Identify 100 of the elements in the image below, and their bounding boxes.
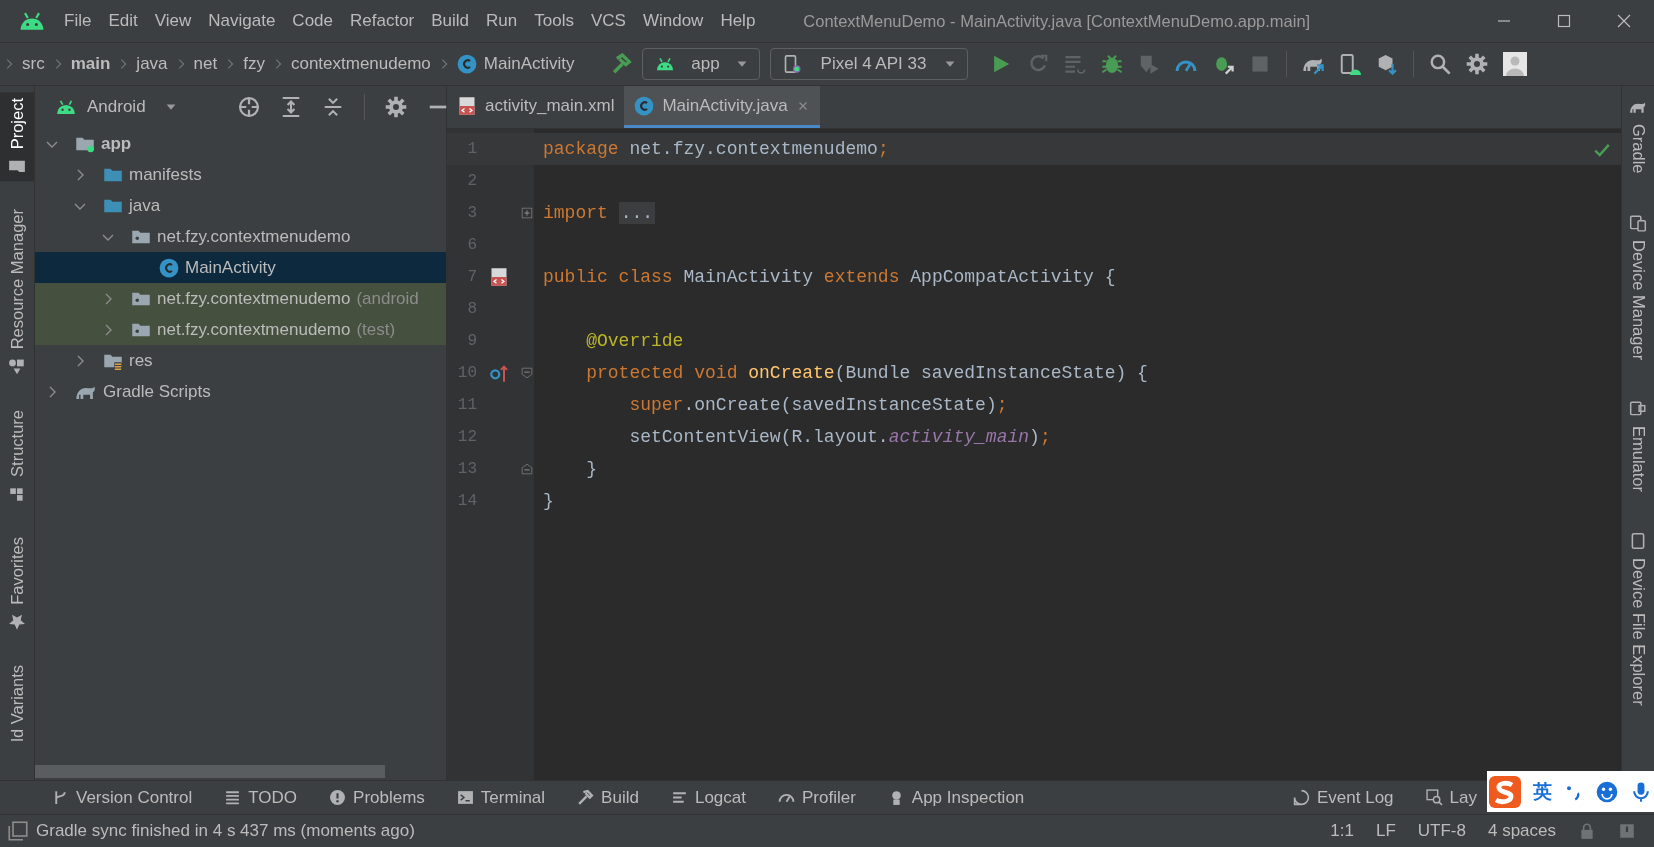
tool-window-button[interactable]: TODO [224, 787, 298, 808]
menu-item[interactable]: File [64, 11, 92, 31]
tool-window-tab[interactable]: Gradle [1622, 92, 1654, 180]
code-line: @Override [585, 331, 684, 351]
status-item[interactable]: UTF-8 [1417, 821, 1466, 841]
class-icon [159, 257, 179, 278]
code-line: } [542, 491, 554, 511]
phone-icon [1629, 531, 1647, 550]
breadcrumb-item[interactable]: fzy [243, 54, 265, 74]
code-line: super.onCreate(savedInstanceState); [628, 395, 1008, 415]
tree-item[interactable]: net.fzy.contextmenudemo (test) [35, 314, 446, 345]
search-icon[interactable] [1429, 53, 1452, 75]
tool-window-button[interactable]: Terminal [456, 787, 546, 808]
breadcrumb-item[interactable]: src [22, 54, 45, 74]
tree-item[interactable]: MainActivity [35, 252, 446, 283]
status-message: Gradle sync finished in 4 s 437 ms (moments ago) [36, 821, 415, 841]
menu-item[interactable]: Run [486, 11, 518, 31]
breadcrumb-item[interactable]: main [70, 54, 111, 74]
tool-window-tab[interactable]: Emulator [1622, 393, 1654, 498]
menu-item[interactable]: Code [292, 11, 333, 31]
tree-item[interactable]: Gradle Scripts [35, 376, 446, 407]
menu-item[interactable]: Build [431, 11, 470, 31]
tool-window-button[interactable]: App Inspection [887, 787, 1025, 808]
status-item[interactable]: 1:1 [1330, 821, 1354, 841]
tool-window-tab[interactable]: Device Manager [1622, 207, 1654, 366]
tool-window-tab[interactable]: Favorites [0, 530, 34, 637]
tool-window-tab[interactable]: Project [0, 92, 34, 182]
menu-item[interactable]: VCS [590, 11, 626, 31]
avatar-icon[interactable] [1503, 52, 1528, 76]
tool-window-button[interactable]: Event Log [1293, 787, 1394, 808]
code-line: import ... [542, 203, 656, 223]
notification-icon[interactable] [1618, 822, 1636, 840]
menu-item[interactable]: Refactor [350, 11, 415, 31]
settings-icon[interactable] [384, 96, 407, 118]
maximize-icon[interactable] [1556, 13, 1572, 29]
run-config-dropdown[interactable]: app [642, 48, 761, 80]
microphone-icon[interactable] [1630, 780, 1652, 803]
crosshair-icon[interactable] [237, 96, 260, 118]
bug-icon[interactable] [1101, 53, 1124, 75]
device-dropdown[interactable]: Pixel 4 API 33 [770, 48, 969, 80]
tree-item[interactable]: app [35, 128, 446, 159]
tool-window-button[interactable]: Lay [1425, 787, 1477, 808]
emoji-icon[interactable] [1596, 780, 1618, 803]
tree-item[interactable]: java [35, 190, 446, 221]
breadcrumb-item[interactable]: java [136, 54, 168, 74]
input-mode-toggle[interactable]: 英 [1533, 778, 1552, 805]
shapes-icon [8, 357, 26, 376]
tree-item[interactable]: net.fzy.contextmenudemo [35, 221, 446, 252]
scope-label: (android [356, 288, 419, 309]
sdk-box-icon[interactable] [1376, 53, 1399, 75]
tool-window-tab[interactable]: ld Variants [0, 658, 34, 748]
tree-item[interactable]: res [35, 345, 446, 376]
code-line: setContentView(R.layout.activity_main); [628, 427, 1051, 447]
layout-file-icon [457, 95, 477, 116]
apply-code-icon[interactable] [1064, 53, 1087, 75]
emulator-icon [1629, 399, 1647, 418]
menu-item[interactable]: Tools [534, 11, 574, 31]
magnifier-layout-icon [1425, 789, 1443, 806]
menu-item[interactable]: Navigate [208, 11, 276, 31]
breadcrumb-item[interactable]: MainActivity [456, 54, 575, 74]
hammer-icon[interactable] [610, 53, 633, 75]
class-icon [456, 54, 477, 74]
tree-item[interactable]: manifests [35, 159, 446, 190]
menu-item[interactable]: View [154, 11, 192, 31]
exclamation-icon [329, 789, 347, 806]
tool-window-tab[interactable]: Resource Manager [0, 203, 34, 382]
breadcrumb-item[interactable]: net [193, 54, 218, 74]
settings-icon[interactable] [1466, 53, 1489, 75]
terminal-icon [456, 789, 474, 806]
class-icon [634, 95, 655, 116]
window-icon[interactable] [8, 821, 28, 841]
scrollbar[interactable] [35, 765, 385, 778]
scope-label: (test) [356, 319, 396, 340]
tool-window-button[interactable]: Profiler [777, 787, 856, 808]
menu-item[interactable]: Edit [108, 11, 138, 31]
star-icon [8, 612, 26, 631]
close-icon[interactable] [1616, 13, 1632, 29]
editor-tab[interactable]: activity_main.xml [447, 86, 625, 128]
tool-window-tab[interactable]: Device File Explorer [1622, 525, 1654, 712]
lock-icon[interactable] [1578, 822, 1596, 840]
device-android-icon[interactable] [1339, 53, 1362, 75]
view-dropdown[interactable]: Android [55, 96, 178, 118]
code-line: } [585, 459, 597, 479]
tool-window-button[interactable]: Version Control [52, 787, 193, 808]
code-line: public class MainActivity extends AppCompatActivity { [542, 267, 1116, 287]
tool-window-button[interactable]: Build [577, 787, 639, 808]
tool-window-button[interactable]: Problems [329, 787, 425, 808]
window-title: ContextMenuDemo - MainActivity.java [ContextMenuDemo.app.main] [803, 11, 1311, 31]
breadcrumb-item[interactable]: contextmenudemo [290, 54, 431, 74]
tool-window-tab[interactable]: Structure [0, 403, 34, 509]
menu-item[interactable]: Window [642, 11, 704, 31]
check-icon [1593, 141, 1611, 159]
editor-tab[interactable]: MainActivity.java [624, 86, 820, 128]
menu-item[interactable]: Help [720, 11, 756, 31]
list-icon [224, 789, 242, 806]
status-item[interactable]: 4 spaces [1487, 821, 1556, 841]
branch-icon [52, 789, 69, 806]
tree-item[interactable]: net.fzy.contextmenudemo (android [35, 283, 446, 314]
tool-window-button[interactable]: Logcat [670, 787, 746, 808]
status-item[interactable]: LF [1375, 821, 1396, 841]
